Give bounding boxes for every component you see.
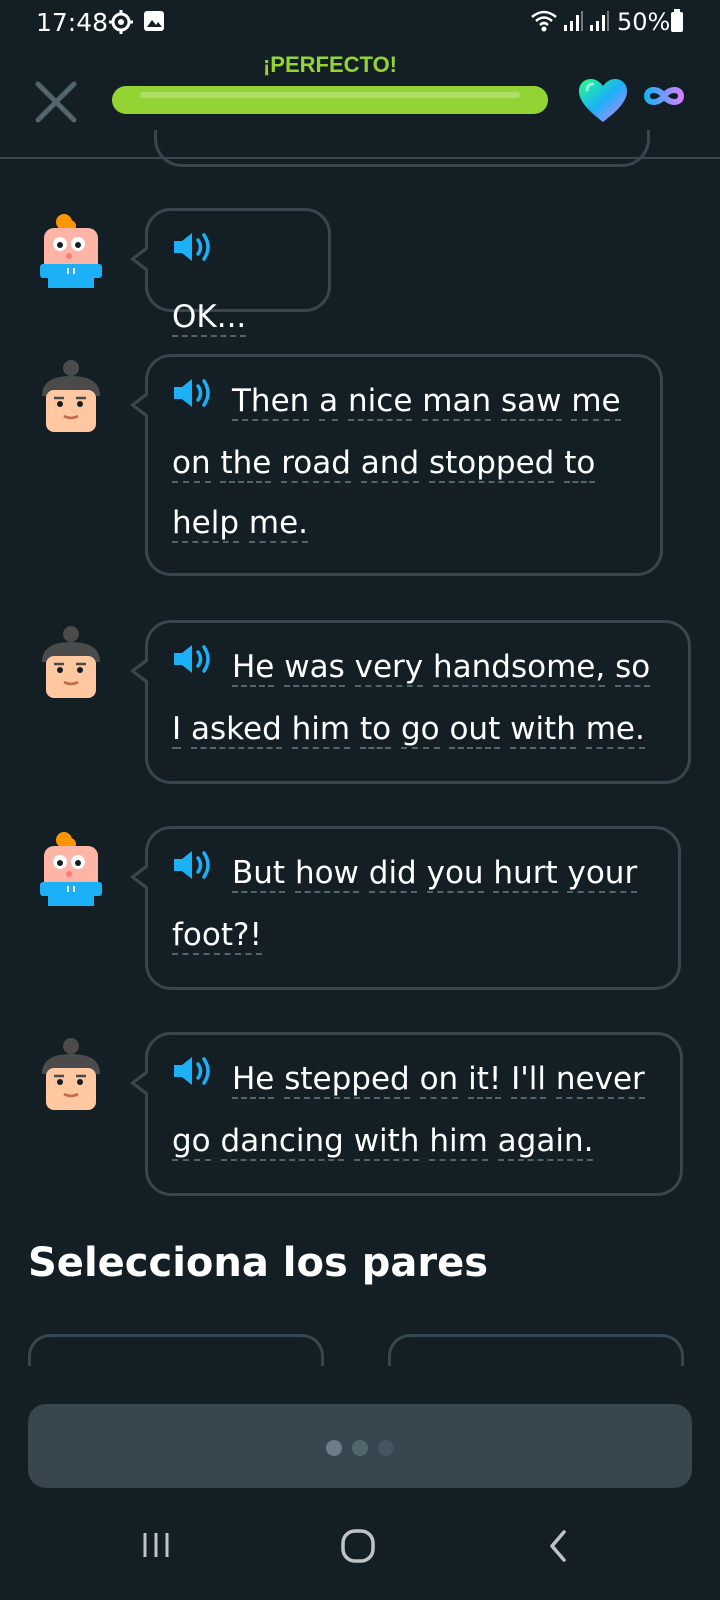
oscar-avatar — [38, 360, 104, 442]
word[interactable]: to — [359, 710, 392, 749]
loading-dot — [378, 1440, 394, 1456]
word[interactable]: He — [232, 649, 275, 687]
loading-dot — [326, 1440, 342, 1456]
word[interactable]: hurt — [493, 855, 558, 893]
word[interactable]: was — [284, 649, 345, 687]
feedback-label: ¡PERFECTO! — [262, 52, 398, 77]
progress-fill — [112, 86, 548, 114]
previous-message-bubble — [154, 130, 650, 167]
continue-button[interactable] — [28, 1404, 692, 1488]
word[interactable]: stopped — [428, 444, 555, 483]
word[interactable]: I — [172, 710, 182, 749]
message-bubble: But how did you hurt your foot?! — [130, 826, 681, 990]
signal-icon — [562, 9, 584, 37]
message-bubble: Then a nice man saw me on the road and st… — [130, 354, 663, 576]
word[interactable]: with — [353, 1122, 420, 1161]
battery-percentage: 50% — [617, 8, 671, 36]
lily-avatar — [38, 212, 104, 294]
speaker-icon[interactable] — [172, 370, 214, 430]
word[interactable]: never — [555, 1061, 645, 1099]
word[interactable]: to — [564, 444, 596, 483]
speaker-icon[interactable] — [172, 636, 214, 696]
word[interactable]: stepped — [284, 1061, 410, 1099]
message-text: He stepped on it! I'll never go dancing w… — [172, 1049, 658, 1171]
speaker-icon[interactable] — [172, 1048, 214, 1108]
word[interactable]: a — [319, 383, 339, 421]
word[interactable]: on — [419, 1061, 459, 1099]
message-bubble: He stepped on it! I'll never go dancing w… — [130, 1032, 683, 1196]
word[interactable]: But — [232, 855, 286, 893]
word[interactable]: foot?! — [172, 916, 262, 955]
header-divider — [0, 157, 720, 159]
word[interactable]: He — [232, 1061, 275, 1099]
word[interactable]: me. — [248, 504, 308, 543]
word[interactable]: him — [429, 1122, 488, 1161]
word[interactable]: man — [422, 383, 492, 421]
message-text: Then a nice man saw me on the road and st… — [172, 371, 638, 553]
word[interactable]: it! — [468, 1061, 502, 1099]
loading-dot — [352, 1440, 368, 1456]
home-icon[interactable] — [340, 1528, 376, 1568]
word[interactable]: the — [220, 444, 272, 483]
speaker-icon[interactable] — [172, 224, 214, 284]
word[interactable]: handsome, — [433, 649, 606, 687]
word[interactable]: saw — [500, 383, 562, 421]
lily-avatar — [38, 830, 104, 912]
word[interactable]: so — [615, 649, 651, 687]
close-icon — [30, 81, 82, 132]
section-title: Selecciona los pares — [28, 1240, 488, 1286]
message-bubble: He was very handsome, so I asked him to g… — [130, 620, 691, 784]
settings-gear-icon — [108, 9, 134, 39]
message-text: He was very handsome, so I asked him to g… — [172, 637, 666, 759]
word[interactable]: go — [400, 710, 440, 749]
battery-icon — [670, 9, 684, 37]
signal-icon — [588, 9, 610, 37]
speaker-icon[interactable] — [172, 842, 214, 902]
recent-apps-icon[interactable] — [140, 1528, 174, 1566]
word[interactable]: OK... — [172, 298, 247, 337]
oscar-avatar — [38, 626, 104, 708]
back-icon[interactable] — [546, 1528, 572, 1568]
status-bar: 17:48 50% — [0, 0, 720, 46]
wifi-icon — [530, 9, 558, 37]
word[interactable]: asked — [191, 710, 282, 749]
word[interactable]: Then — [232, 383, 310, 421]
word[interactable]: with — [510, 710, 576, 749]
word[interactable]: you — [426, 855, 484, 893]
progress-bar — [112, 86, 548, 114]
message-text: OK... — [172, 225, 306, 347]
system-navigation-bar — [0, 1500, 720, 1600]
word[interactable]: nice — [348, 383, 413, 421]
image-icon — [143, 9, 165, 37]
word[interactable]: go — [172, 1122, 211, 1161]
word[interactable]: I'll — [511, 1061, 547, 1099]
word[interactable]: help — [172, 504, 240, 543]
word[interactable]: me. — [585, 710, 645, 749]
message-text: But how did you hurt your foot?! — [172, 843, 656, 965]
word[interactable]: again. — [497, 1122, 594, 1161]
infinity-icon — [642, 84, 686, 112]
heart-icon[interactable] — [578, 78, 628, 128]
word[interactable]: dancing — [220, 1122, 344, 1161]
oscar-avatar — [38, 1038, 104, 1120]
word[interactable]: very — [354, 649, 424, 687]
word[interactable]: and — [360, 444, 420, 483]
word[interactable]: him — [291, 710, 351, 749]
word[interactable]: me — [571, 383, 621, 421]
word[interactable]: out — [449, 710, 501, 749]
word[interactable]: how — [294, 855, 359, 893]
message-bubble: OK... — [130, 208, 331, 337]
word[interactable]: on — [172, 444, 211, 483]
word[interactable]: did — [368, 855, 417, 893]
word[interactable]: your — [567, 855, 638, 893]
close-button[interactable] — [30, 76, 82, 128]
word[interactable]: road — [281, 444, 351, 483]
loading-indicator — [28, 1440, 692, 1456]
status-time: 17:48 — [36, 8, 109, 37]
